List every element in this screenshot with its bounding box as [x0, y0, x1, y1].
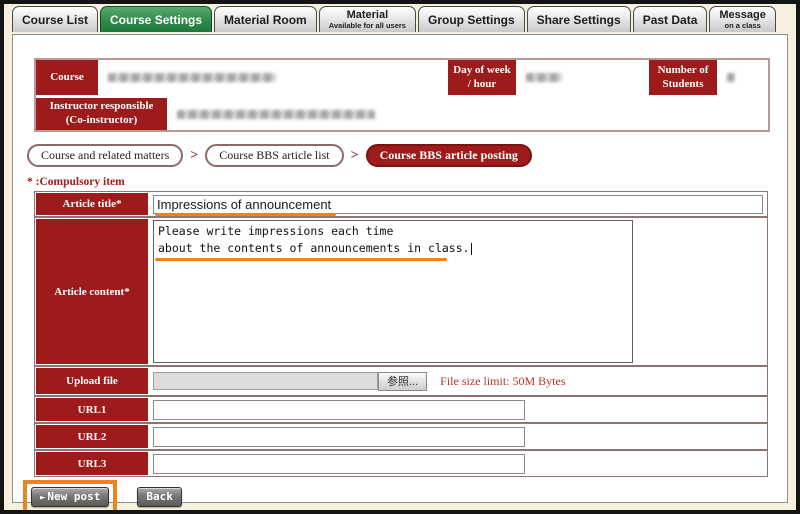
url1-row: URL1	[35, 395, 767, 422]
new-post-button[interactable]: ►New post	[31, 487, 109, 507]
url1-cell	[149, 397, 767, 422]
tab-bar: Course List Course Settings Material Roo…	[4, 4, 796, 32]
url2-row: URL2	[35, 422, 767, 449]
breadcrumb-course-bbs-article-posting: Course BBS article posting	[366, 144, 532, 167]
tab-label: Course Settings	[110, 13, 202, 27]
tab-label: Past Data	[643, 13, 698, 27]
redacted-course-name	[108, 73, 276, 82]
action-buttons: ►New post Back	[23, 480, 787, 514]
tab-course-list[interactable]: Course List	[12, 6, 98, 32]
back-button[interactable]: Back	[137, 487, 182, 507]
annotation-highlight-box: ►New post	[23, 480, 117, 514]
breadcrumb-separator-icon: >	[190, 148, 198, 164]
tab-sublabel: Available for all users	[329, 22, 406, 30]
tab-past-data[interactable]: Past Data	[633, 6, 708, 32]
breadcrumb-separator-icon: >	[351, 148, 359, 164]
course-info-table: Course Day of week / hour Number of Stud…	[34, 58, 770, 132]
url1-label: URL1	[36, 398, 148, 421]
day-of-week-label: Day of week / hour	[448, 60, 516, 95]
url2-input[interactable]	[153, 427, 525, 447]
article-content-label: Article content*	[36, 219, 148, 364]
browse-button[interactable]: 参照...	[378, 372, 427, 391]
article-content-text: Please write impressions each time about…	[158, 224, 470, 255]
number-of-students-label: Number of Students	[649, 60, 717, 95]
tab-sublabel: on a class	[724, 22, 760, 30]
tab-material-all-users[interactable]: Material Available for all users	[319, 6, 416, 32]
course-value	[100, 60, 446, 95]
tab-label: Group Settings	[428, 13, 515, 27]
breadcrumb-course-bbs-article-list[interactable]: Course BBS article list	[205, 144, 343, 167]
redacted-instructor-value	[177, 110, 375, 119]
upload-file-label: Upload file	[36, 368, 148, 394]
breadcrumb-course-related-matters[interactable]: Course and related matters	[27, 144, 183, 167]
article-posting-form: Article title* Article content* Please w…	[34, 191, 768, 477]
article-title-row: Article title*	[35, 192, 767, 216]
day-of-week-value	[518, 60, 647, 95]
url2-cell	[149, 424, 767, 449]
screenshot-root: Course List Course Settings Material Roo…	[0, 0, 800, 514]
new-post-button-label: New post	[47, 490, 100, 503]
article-title-label: Article title*	[36, 193, 148, 215]
url3-cell	[149, 451, 767, 476]
annotation-underline-content	[155, 258, 447, 261]
tab-course-settings[interactable]: Course Settings	[100, 6, 212, 32]
tab-group-settings[interactable]: Group Settings	[418, 6, 525, 32]
play-triangle-icon: ►	[40, 493, 45, 503]
instructor-value	[169, 98, 768, 130]
url3-label: URL3	[36, 452, 148, 475]
upload-file-cell: 参照... File size limit: 50M Bytes	[149, 367, 767, 395]
text-caret	[471, 243, 472, 255]
file-size-limit-note: File size limit: 50M Bytes	[440, 374, 565, 389]
breadcrumb: Course and related matters > Course BBS …	[27, 144, 787, 167]
article-title-input[interactable]	[153, 195, 763, 214]
tab-share-settings[interactable]: Share Settings	[527, 6, 631, 32]
tab-label: Material Room	[224, 13, 307, 27]
url3-row: URL3	[35, 449, 767, 476]
redacted-students-value	[727, 73, 735, 82]
tab-message-on-class[interactable]: Message on a class	[709, 6, 775, 32]
url2-label: URL2	[36, 425, 148, 448]
course-info-row-1: Course Day of week / hour Number of Stud…	[36, 60, 768, 95]
course-info-row-2: Instructor responsible (Co-instructor)	[36, 95, 768, 130]
file-path-field[interactable]	[153, 372, 378, 390]
instructor-label: Instructor responsible (Co-instructor)	[36, 98, 167, 130]
content-panel: Course Day of week / hour Number of Stud…	[12, 34, 788, 503]
tab-material-room[interactable]: Material Room	[214, 6, 317, 32]
compulsory-item-note: * :Compulsory item	[27, 176, 787, 188]
article-content-row: Article content* Please write impression…	[35, 216, 767, 365]
url3-input[interactable]	[153, 454, 525, 474]
number-of-students-value	[719, 60, 768, 95]
article-title-cell	[149, 192, 767, 216]
tab-label: Material	[347, 9, 389, 21]
back-button-wrap: Back	[137, 487, 182, 507]
article-content-textarea[interactable]: Please write impressions each time about…	[153, 220, 633, 363]
upload-file-row: Upload file 参照... File size limit: 50M B…	[35, 365, 767, 395]
url1-input[interactable]	[153, 400, 525, 420]
tab-label: Course List	[22, 13, 88, 27]
redacted-day-value	[526, 73, 562, 82]
tab-label: Share Settings	[537, 13, 621, 27]
article-content-cell: Please write impressions each time about…	[149, 218, 767, 365]
course-label: Course	[36, 60, 98, 95]
tab-label: Message	[719, 9, 765, 21]
